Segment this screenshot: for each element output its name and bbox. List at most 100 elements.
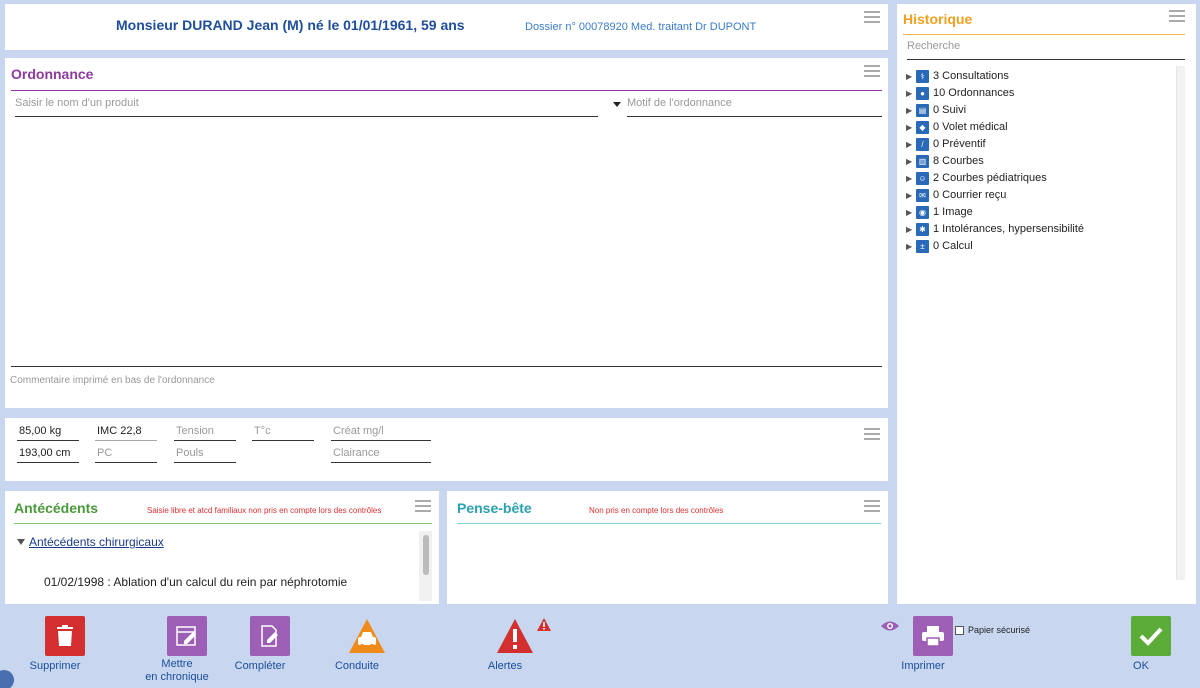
imprimer-button[interactable]: Imprimer — [901, 616, 963, 673]
triangle-down-icon — [17, 539, 25, 545]
alertes-button[interactable]: Alertes — [485, 616, 545, 673]
height-field[interactable]: 193,00 cm — [17, 447, 79, 463]
historique-item[interactable]: ▶ ✉ 0 Courrier reçu — [906, 187, 1006, 203]
product-input[interactable]: Saisir le nom d'un produit — [15, 97, 598, 117]
historique-item[interactable]: ▶ ◆ 0 Volet médical — [906, 119, 1008, 135]
historique-scrollbar[interactable] — [1176, 66, 1185, 580]
papier-securise-checkbox[interactable] — [955, 625, 964, 635]
antecedents-scrollbar[interactable] — [419, 531, 432, 601]
caret-down-icon[interactable] — [613, 102, 621, 107]
historique-item-label: 0 Suivi — [933, 104, 967, 116]
historique-item-label: 0 Volet médical — [933, 121, 1008, 133]
pill-icon: ● — [916, 86, 929, 100]
clairance-field[interactable]: Clairance — [331, 447, 431, 463]
ordonnance-menu-icon[interactable] — [864, 65, 880, 77]
small-warning-icon — [537, 618, 551, 634]
completer-label: Compléter — [234, 660, 286, 672]
historique-search-input[interactable]: Recherche — [907, 40, 1185, 60]
pouls-field[interactable]: Pouls — [174, 447, 236, 463]
conduite-button[interactable]: Conduite — [335, 616, 397, 673]
conduite-label: Conduite — [334, 660, 380, 672]
triangle-right-icon[interactable]: ▶ — [906, 225, 916, 234]
antecedents-group[interactable]: Antécédents chirurgicaux — [17, 535, 164, 549]
chart-icon: ▥ — [916, 154, 929, 168]
antecedents-note: Saisie libre et atcd familiaux non pris … — [147, 506, 382, 515]
triangle-right-icon[interactable]: ▶ — [906, 208, 916, 217]
antecedents-group-label: Antécédents chirurgicaux — [29, 535, 164, 549]
triangle-right-icon[interactable]: ▶ — [906, 72, 916, 81]
historique-item[interactable]: ▶ ◉ 1 Image — [906, 204, 973, 220]
edit-document-icon — [250, 616, 290, 656]
historique-title: Historique — [903, 11, 973, 27]
pc-field[interactable]: PC — [95, 447, 157, 463]
syringe-icon: / — [916, 137, 929, 151]
historique-item[interactable]: ▶ ▤ 0 Suivi — [906, 102, 966, 118]
corner-badge-icon — [0, 670, 14, 688]
vitals-menu-icon[interactable] — [864, 428, 880, 440]
historique-item-label: 2 Courbes pédiatriques — [933, 172, 1047, 184]
historique-item[interactable]: ▶ ● 10 Ordonnances — [906, 85, 1014, 101]
calculator-icon: ± — [916, 239, 929, 253]
pense-bete-note: Non pris en compte lors des contrôles — [589, 506, 724, 515]
calendar-edit-icon — [167, 616, 207, 656]
historique-item[interactable]: ▶ ±0 Calcul — [906, 238, 973, 254]
comment-input[interactable]: Commentaire imprimé en bas de l'ordonnan… — [10, 375, 881, 391]
prescription-area[interactable] — [11, 122, 882, 367]
historique-item-label: 3 Consultations — [933, 70, 1009, 82]
pense-bete-underline — [457, 523, 881, 524]
stethoscope-icon: ⚕ — [916, 69, 929, 83]
eye-icon[interactable] — [880, 620, 900, 635]
triangle-right-icon[interactable]: ▶ — [906, 191, 916, 200]
historique-item[interactable]: ▶ ☺ 2 Courbes pédiatriques — [906, 170, 1047, 186]
creat-field[interactable]: Créat mg/l — [331, 425, 431, 441]
ok-button[interactable]: OK — [1121, 616, 1181, 673]
chronique-label-1: Mettre — [161, 658, 193, 670]
historique-menu-icon[interactable] — [1169, 10, 1185, 22]
historique-item[interactable]: ▶ ▥ 8 Courbes — [906, 153, 984, 169]
triangle-right-icon[interactable]: ▶ — [906, 140, 916, 149]
clipboard-icon: ▤ — [916, 103, 929, 117]
checkmark-icon — [1131, 616, 1171, 656]
papier-securise-label: Papier sécurisé — [968, 625, 1031, 635]
supprimer-button[interactable]: Supprimer — [30, 616, 95, 673]
ordonnance-title-underline — [11, 90, 882, 91]
triangle-right-icon[interactable]: ▶ — [906, 242, 916, 251]
historique-underline — [903, 34, 1185, 35]
baby-icon: ☺ — [916, 171, 929, 185]
motif-input[interactable]: Motif de l'ordonnance — [627, 97, 882, 117]
alert-icon — [495, 616, 535, 656]
chronique-button[interactable]: Mettre en chronique — [145, 616, 217, 684]
mail-icon: ✉ — [916, 188, 929, 202]
patient-header: Monsieur DURAND Jean (M) né le 01/01/196… — [5, 4, 888, 50]
historique-item-label: 1 Intolérances, hypersensibilité — [933, 223, 1085, 235]
ordonnance-panel: Ordonnance Saisir le nom d'un produit Mo… — [5, 58, 888, 408]
supprimer-label: Supprimer — [29, 660, 81, 672]
historique-item[interactable]: ▶/ 0 Préventif — [906, 136, 986, 152]
triangle-right-icon[interactable]: ▶ — [906, 123, 916, 132]
triangle-right-icon[interactable]: ▶ — [906, 89, 916, 98]
pense-bete-menu-icon[interactable] — [864, 500, 880, 512]
temperature-field[interactable]: T°c — [252, 425, 314, 441]
papier-securise-option[interactable]: Papier sécurisé — [955, 625, 1030, 635]
historique-item-label: 1 Image — [933, 206, 973, 218]
completer-button[interactable]: Compléter — [235, 616, 300, 673]
pense-bete-panel: Pense-bête Non pris en compte lors des c… — [447, 491, 888, 604]
tension-field[interactable]: Tension — [174, 425, 236, 441]
pense-bete-textarea[interactable] — [457, 527, 881, 601]
triangle-right-icon[interactable]: ▶ — [906, 106, 916, 115]
antecedents-title: Antécédents — [14, 500, 99, 516]
triangle-right-icon[interactable]: ▶ — [906, 174, 916, 183]
weight-field[interactable]: 85,00 kg — [17, 425, 79, 441]
antecedents-panel: Antécédents Saisie libre et atcd familia… — [5, 491, 439, 604]
historique-item[interactable]: ▶ ⚕ 3 Consultations — [906, 68, 1009, 84]
camera-icon: ◉ — [916, 205, 929, 219]
historique-item-label: 0 Courrier reçu — [933, 189, 1007, 201]
historique-item[interactable]: ▶ ✱ 1 Intolérances, hypersensibilité — [906, 221, 1084, 237]
chronique-label-2: en chronique — [145, 671, 209, 683]
historique-panel: Historique Recherche ▶ ⚕ 3 Consultations ▶ ●… — [897, 4, 1196, 604]
antecedents-menu-icon[interactable] — [415, 500, 431, 512]
header-menu-icon[interactable] — [864, 11, 880, 23]
triangle-right-icon[interactable]: ▶ — [906, 157, 916, 166]
bug-icon: ✱ — [916, 222, 929, 236]
imprimer-label: Imprimer — [901, 660, 945, 672]
